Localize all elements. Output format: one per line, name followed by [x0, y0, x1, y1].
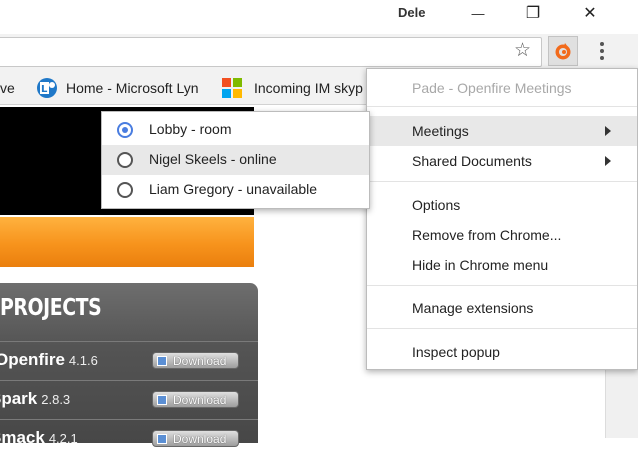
submenu-item-lobby[interactable]: Lobby - room: [102, 115, 369, 145]
pade-extension-button[interactable]: [548, 36, 578, 66]
svg-text:L: L: [41, 84, 48, 95]
close-icon: ✕: [583, 5, 597, 22]
orange-navigation-bar: [0, 217, 254, 267]
minimize-icon: —: [471, 5, 485, 21]
menu-item-meetings[interactable]: Meetings: [367, 116, 637, 146]
project-name: Spark2.8.3: [0, 389, 71, 408]
menu-separator: [367, 106, 637, 107]
download-button[interactable]: Download: [152, 352, 239, 369]
title-bar: Dele — ❐ ✕: [0, 0, 638, 34]
profile-name[interactable]: Dele: [398, 5, 425, 20]
projects-panel: PROJECTS Openfire4.1.6 Download Spark2.8…: [0, 283, 258, 447]
menu-item-options[interactable]: Options: [367, 190, 637, 220]
minimize-button[interactable]: —: [455, 0, 501, 26]
download-icon: [157, 433, 167, 444]
radio-unchecked-icon: [117, 152, 133, 168]
bookmark-label: Incoming IM skyp: [254, 80, 363, 96]
download-button[interactable]: Download: [152, 391, 239, 408]
menu-item-inspect-popup[interactable]: Inspect popup: [367, 337, 637, 367]
submenu-item-nigel-skeels[interactable]: Nigel Skeels - online: [102, 145, 369, 175]
project-row: Openfire 4.1.6 Download: [0, 341, 258, 379]
bookmark-item-incoming-im[interactable]: Incoming IM skyp: [222, 72, 367, 104]
restore-button[interactable]: ❐: [510, 0, 556, 26]
address-bar[interactable]: [0, 37, 542, 67]
menu-item-hide-in-chrome-menu[interactable]: Hide in Chrome menu: [367, 250, 637, 280]
bookmark-star-icon[interactable]: ☆: [514, 41, 531, 60]
browser-toolbar: ☆: [0, 34, 638, 72]
menu-item-remove-from-chrome[interactable]: Remove from Chrome...: [367, 220, 637, 250]
bookmark-label: ve: [0, 80, 15, 96]
close-window-button[interactable]: ✕: [567, 0, 613, 26]
projects-heading: PROJECTS: [0, 295, 102, 321]
submenu-item-liam-gregory[interactable]: Liam Gregory - unavailable: [102, 175, 369, 205]
bookmark-item-lync[interactable]: L Home - Microsoft Lyn: [36, 72, 208, 104]
menu-separator: [367, 328, 637, 329]
radio-unchecked-icon: [117, 182, 133, 198]
project-row: Spark2.8.3 Download: [0, 380, 258, 418]
bookmark-item[interactable]: ve: [0, 72, 20, 104]
download-button[interactable]: Download: [152, 430, 239, 447]
restore-icon: ❐: [525, 5, 541, 22]
project-name: Openfire 4.1.6: [0, 350, 98, 369]
windows-logo-icon: [222, 78, 242, 98]
lync-icon: L: [37, 78, 57, 98]
menu-separator: [367, 181, 637, 182]
extension-context-menu: Pade - Openfire Meetings Meetings Shared…: [366, 68, 638, 370]
pade-extension-icon: [555, 43, 571, 60]
menu-item-manage-extensions[interactable]: Manage extensions: [367, 293, 637, 323]
bookmark-label: Home - Microsoft Lyn: [66, 80, 199, 96]
menu-item-shared-documents[interactable]: Shared Documents: [367, 146, 637, 176]
project-row: Smack4.2.1 Download: [0, 419, 258, 457]
project-name: Smack4.2.1: [0, 428, 78, 447]
submenu-arrow-icon: [605, 156, 611, 166]
menu-header-extension-name: Pade - Openfire Meetings: [412, 80, 572, 96]
download-icon: [157, 355, 167, 366]
submenu-arrow-icon: [605, 126, 611, 136]
radio-checked-icon: [117, 122, 133, 138]
meetings-submenu: Lobby - room Nigel Skeels - online Liam …: [101, 111, 370, 209]
menu-separator: [367, 285, 637, 286]
kebab-menu-icon[interactable]: [594, 40, 610, 62]
download-icon: [157, 394, 167, 405]
